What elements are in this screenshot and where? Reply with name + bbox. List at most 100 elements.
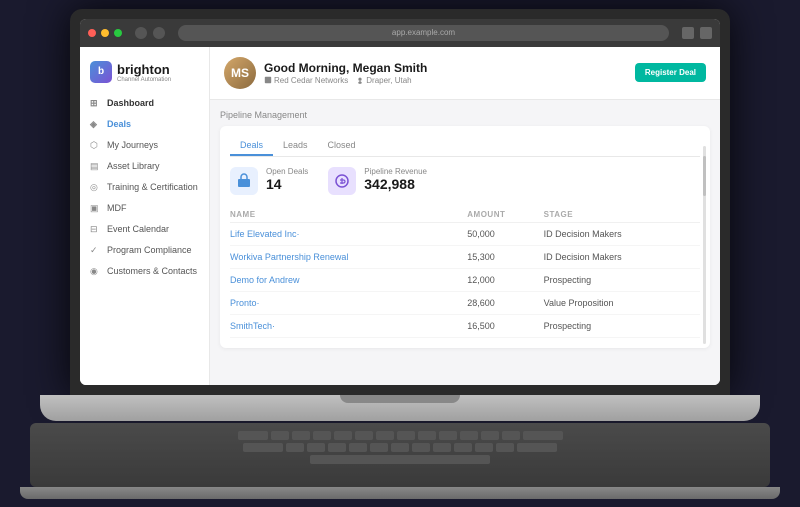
deals-icon: ◈ bbox=[90, 119, 101, 130]
key bbox=[334, 431, 352, 440]
key-row-2 bbox=[50, 443, 750, 452]
laptop-body bbox=[40, 395, 760, 421]
key bbox=[502, 431, 520, 440]
deal-stage: Prospecting bbox=[544, 268, 700, 291]
company-icon bbox=[264, 76, 272, 84]
deal-amount: 12,000 bbox=[467, 268, 543, 291]
laptop-notch bbox=[340, 395, 460, 403]
url-text: app.example.com bbox=[392, 28, 455, 37]
logo-text: brighton bbox=[117, 62, 170, 77]
scrollbar[interactable] bbox=[703, 146, 706, 344]
key bbox=[286, 443, 304, 452]
pipeline-tabs: Deals Leads Closed bbox=[230, 136, 700, 157]
browser-action-icons bbox=[682, 27, 712, 39]
sidebar-navigation: ⊞ Dashboard ◈ Deals ⬡ My Journeys ▤ bbox=[80, 93, 209, 282]
journeys-icon: ⬡ bbox=[90, 140, 101, 151]
tab-leads[interactable]: Leads bbox=[273, 136, 318, 156]
table-row: Life Elevated Inc·50,000ID Decision Make… bbox=[230, 222, 700, 245]
browser-nav-buttons bbox=[135, 27, 165, 39]
key bbox=[481, 431, 499, 440]
pipeline-revenue-icon bbox=[328, 167, 356, 195]
deal-name[interactable]: Pronto· bbox=[230, 291, 467, 314]
key bbox=[243, 443, 283, 452]
maximize-dot[interactable] bbox=[114, 29, 122, 37]
pipeline-revenue-value: 342,988 bbox=[364, 176, 415, 192]
sidebar-item-training[interactable]: ◎ Training & Certification bbox=[80, 177, 209, 198]
deal-stage: ID Decision Makers bbox=[544, 222, 700, 245]
sidebar: b brighton Channel Automation ⊞ Dashboar… bbox=[80, 47, 210, 385]
key bbox=[238, 431, 268, 440]
tab-closed[interactable]: Closed bbox=[318, 136, 366, 156]
table-row: Demo for Andrew12,000Prospecting bbox=[230, 268, 700, 291]
register-deal-button[interactable]: Register Deal bbox=[635, 63, 706, 82]
forward-button[interactable] bbox=[153, 27, 165, 39]
laptop-screen: app.example.com b brighton bbox=[70, 9, 730, 395]
pipeline-revenue-info: Pipeline Revenue 342,988 bbox=[364, 167, 427, 194]
sidebar-item-deals[interactable]: ◈ Deals bbox=[80, 114, 209, 135]
table-row: Pronto·28,600Value Proposition bbox=[230, 291, 700, 314]
customers-icon: ◉ bbox=[90, 266, 101, 277]
sidebar-item-label: Asset Library bbox=[107, 161, 160, 171]
laptop-keyboard bbox=[30, 423, 770, 488]
key bbox=[418, 431, 436, 440]
open-deals-value: 14 bbox=[266, 176, 282, 192]
open-deals-icon bbox=[230, 167, 258, 195]
deal-name[interactable]: Workiva Partnership Renewal bbox=[230, 245, 467, 268]
sidebar-item-journeys[interactable]: ⬡ My Journeys bbox=[80, 135, 209, 156]
avatar: MS bbox=[224, 57, 256, 89]
key bbox=[517, 443, 557, 452]
app-layout: b brighton Channel Automation ⊞ Dashboar… bbox=[80, 47, 720, 385]
close-dot[interactable] bbox=[88, 29, 96, 37]
sidebar-item-calendar[interactable]: ⊟ Event Calendar bbox=[80, 219, 209, 240]
key bbox=[412, 443, 430, 452]
deal-name[interactable]: SmithTech· bbox=[230, 314, 467, 337]
deal-amount: 16,500 bbox=[467, 314, 543, 337]
sidebar-item-label: Deals bbox=[107, 119, 131, 129]
greeting-text: Good Morning, Megan Smith bbox=[264, 61, 427, 75]
back-button[interactable] bbox=[135, 27, 147, 39]
table-row: Workiva Partnership Renewal15,300ID Deci… bbox=[230, 245, 700, 268]
open-deals-label: Open Deals bbox=[266, 167, 308, 176]
key-row-3 bbox=[50, 455, 750, 464]
sidebar-item-mdf[interactable]: ▣ MDF bbox=[80, 198, 209, 219]
sidebar-item-label: Training & Certification bbox=[107, 182, 198, 192]
key bbox=[523, 431, 563, 440]
company-name: Red Cedar Networks bbox=[264, 76, 348, 85]
deal-stage: Prospecting bbox=[544, 314, 700, 337]
open-deals-info: Open Deals 14 bbox=[266, 167, 308, 194]
sidebar-item-label: Customers & Contacts bbox=[107, 266, 197, 276]
url-bar[interactable]: app.example.com bbox=[178, 25, 669, 41]
pipeline-section: Pipeline Management Deals Leads Closed bbox=[210, 100, 720, 385]
sidebar-item-label: Program Compliance bbox=[107, 245, 192, 255]
logo-subtitle: Channel Automation bbox=[117, 77, 171, 83]
extension-icon[interactable] bbox=[682, 27, 694, 39]
minimize-dot[interactable] bbox=[101, 29, 109, 37]
assets-icon: ▤ bbox=[90, 161, 101, 172]
profile-icon[interactable] bbox=[700, 27, 712, 39]
main-content: MS Good Morning, Megan Smith Red Cedar N… bbox=[210, 47, 720, 385]
open-deals-stat: Open Deals 14 bbox=[230, 167, 308, 195]
sidebar-item-compliance[interactable]: ✓ Program Compliance bbox=[80, 240, 209, 261]
deal-name[interactable]: Demo for Andrew bbox=[230, 268, 467, 291]
scrollbar-thumb bbox=[703, 156, 706, 196]
page-header: MS Good Morning, Megan Smith Red Cedar N… bbox=[210, 47, 720, 100]
table-row: SmithTech·16,500Prospecting bbox=[230, 314, 700, 337]
key bbox=[370, 443, 388, 452]
screen-content: app.example.com b brighton bbox=[80, 19, 720, 385]
deal-name[interactable]: Life Elevated Inc· bbox=[230, 222, 467, 245]
deal-stage: ID Decision Makers bbox=[544, 245, 700, 268]
col-amount: AMOUNT bbox=[467, 207, 543, 223]
col-name: NAME bbox=[230, 207, 467, 223]
key bbox=[292, 431, 310, 440]
location-text: Draper, Utah bbox=[356, 76, 411, 85]
sidebar-item-dashboard[interactable]: ⊞ Dashboard bbox=[80, 93, 209, 114]
table-header-row: NAME AMOUNT STAGE bbox=[230, 207, 700, 223]
deal-amount: 50,000 bbox=[467, 222, 543, 245]
key bbox=[496, 443, 514, 452]
sidebar-item-customers[interactable]: ◉ Customers & Contacts bbox=[80, 261, 209, 282]
key bbox=[271, 431, 289, 440]
sidebar-item-assets[interactable]: ▤ Asset Library bbox=[80, 156, 209, 177]
stats-row: Open Deals 14 bbox=[230, 167, 700, 195]
deal-amount: 28,600 bbox=[467, 291, 543, 314]
tab-deals[interactable]: Deals bbox=[230, 136, 273, 156]
